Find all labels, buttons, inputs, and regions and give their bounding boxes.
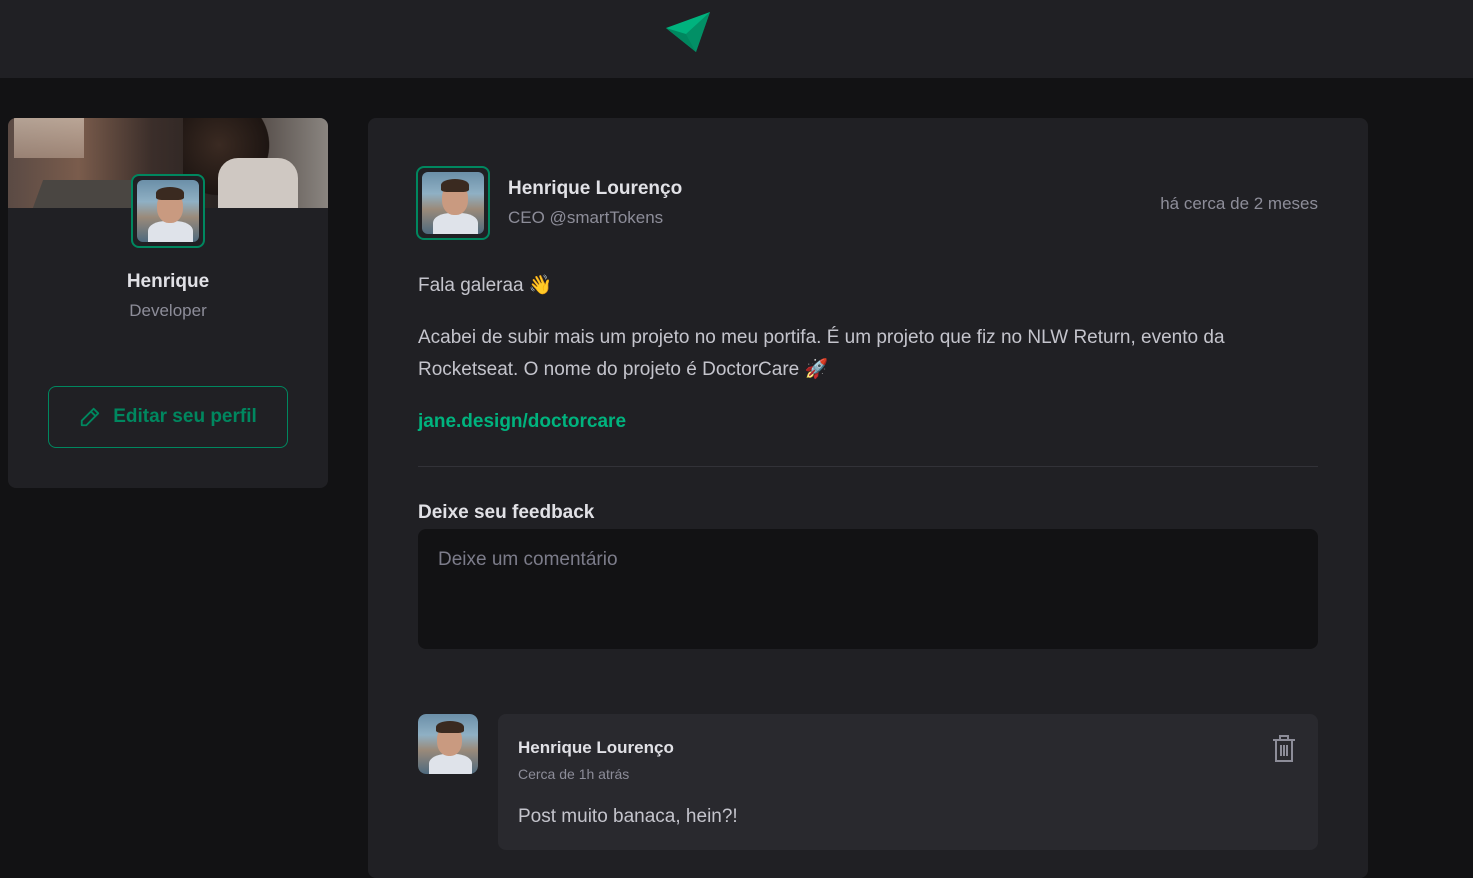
pencil-icon	[81, 407, 100, 427]
post-author-name: Henrique Lourenço	[508, 178, 683, 199]
post-link[interactable]: jane.design/doctorcare	[418, 411, 626, 432]
post-paragraph: Fala galeraa 👋	[418, 275, 553, 296]
comment-input[interactable]	[418, 529, 1318, 649]
post-paragraph: Acabei de subir mais um projeto no meu p…	[418, 327, 1225, 380]
avatar[interactable]	[131, 174, 205, 248]
post-card: Henrique Lourenço CEO @smartTokens há ce…	[368, 118, 1368, 878]
feedback-title: Deixe seu feedback	[418, 502, 595, 523]
divider	[418, 466, 1318, 467]
post-content: Fala galeraa 👋 Acabei de subir mais um p…	[418, 270, 1318, 458]
post-timestamp: há cerca de 2 meses	[1160, 194, 1318, 213]
app-header	[0, 0, 1473, 78]
ignite-feed-logo-icon[interactable]	[666, 12, 710, 54]
comment-author-name: Henrique Lourenço	[518, 738, 674, 757]
comment-timestamp: Cerca de 1h atrás	[518, 766, 630, 782]
post-author-role: CEO @smartTokens	[508, 208, 664, 227]
comment-card: Henrique Lourenço Cerca de 1h atrás Post…	[498, 714, 1318, 850]
post-author-avatar[interactable]	[416, 166, 490, 240]
profile-name: Henrique	[126, 271, 210, 292]
comment-text: Post muito banaca, hein?!	[518, 806, 738, 827]
trash-icon	[1273, 735, 1295, 762]
profile-role: Developer	[129, 301, 207, 320]
edit-profile-button[interactable]: Editar seu perfil	[48, 386, 288, 448]
delete-comment-button[interactable]	[1270, 734, 1298, 764]
profile-sidebar: Henrique Developer Editar seu perfil	[8, 118, 328, 488]
edit-profile-label: Editar seu perfil	[113, 406, 257, 427]
comment-author-avatar[interactable]	[418, 714, 478, 774]
